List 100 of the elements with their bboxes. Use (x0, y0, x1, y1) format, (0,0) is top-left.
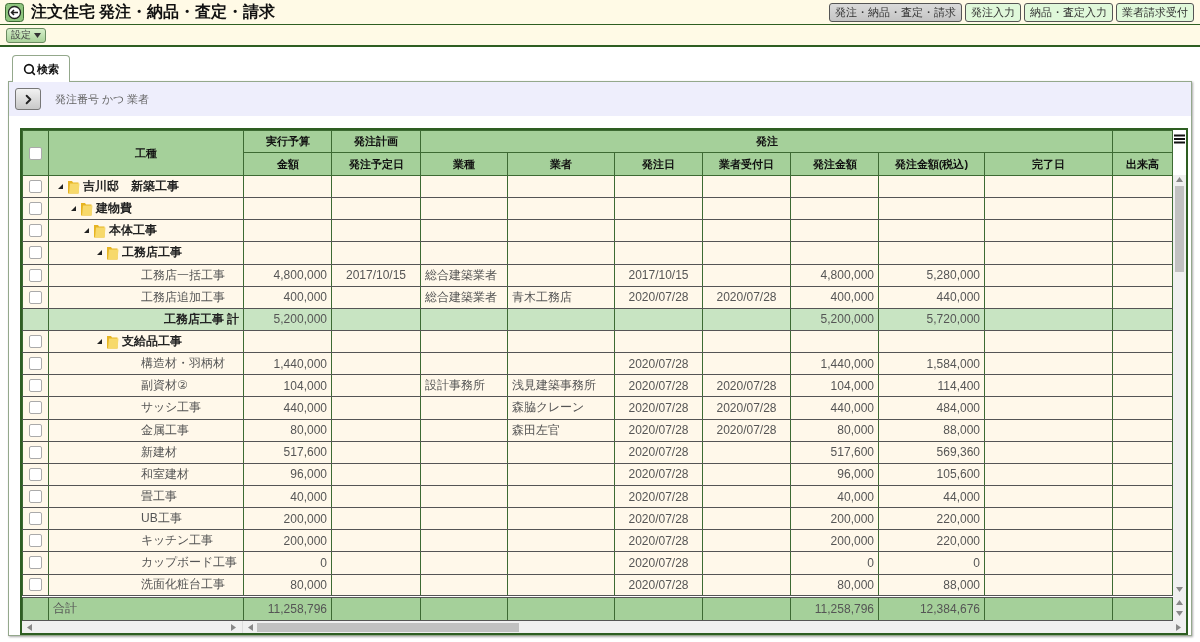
tree-label: キッチン工事 (141, 532, 213, 550)
nav-button[interactable]: 業者請求受付 (1116, 2, 1194, 22)
subtotal-label: 工務店工事 計 (162, 310, 239, 328)
table-cell: 4,800,000 (790, 264, 879, 287)
tree-label: 工務店追加工事 (141, 288, 225, 306)
table-cell: 220,000 (878, 529, 985, 552)
scroll-up-icon[interactable] (1175, 597, 1184, 607)
table-cell: 40,000 (243, 485, 332, 508)
tree-label: 副資材② (141, 377, 188, 395)
table-cell: 2020/07/28 (614, 441, 703, 464)
column-header[interactable]: 完了日 (984, 152, 1113, 176)
tree-label: 和室建材 (141, 465, 189, 483)
scrollbar-thumb[interactable] (1175, 186, 1184, 272)
expand-icon[interactable] (96, 338, 103, 346)
checkbox[interactable] (29, 268, 42, 282)
checkbox[interactable] (29, 290, 42, 304)
table-cell: 80,000 (243, 419, 332, 442)
table-cell: 220,000 (878, 507, 985, 530)
checkbox[interactable] (29, 512, 42, 526)
table-cell: 1,440,000 (243, 352, 332, 375)
table-cell: 4,800,000 (243, 264, 332, 287)
tree-label: 金属工事 (141, 421, 189, 439)
scroll-left-icon[interactable] (246, 622, 255, 632)
table-cell: 5,280,000 (878, 264, 985, 287)
checkbox[interactable] (29, 224, 42, 238)
checkbox[interactable] (29, 534, 42, 548)
table-cell: 森脇クレーン (507, 396, 615, 420)
checkbox[interactable] (29, 467, 42, 481)
tree-label: 本体工事 (109, 222, 157, 240)
column-header[interactable]: 工種 (48, 130, 244, 176)
nav-button[interactable]: 発注・納品・査定・請求 (829, 2, 962, 22)
table-cell: 5,720,000 (878, 308, 985, 331)
search-tab[interactable]: 検索 (12, 55, 70, 82)
table-cell: 1,584,000 (878, 352, 985, 375)
column-group-header: 実行予算 (243, 130, 332, 153)
table-cell: 88,000 (878, 419, 985, 442)
column-group-header: 発注 (420, 130, 1113, 153)
checkbox[interactable] (29, 423, 42, 437)
table-cell: 104,000 (790, 374, 879, 397)
tree-label: 吉川邸 新築工事 (83, 178, 179, 196)
checkbox[interactable] (29, 401, 42, 415)
expand-icon[interactable] (57, 183, 64, 191)
nav-button[interactable]: 発注入力 (965, 2, 1021, 22)
table-cell: 200,000 (790, 507, 879, 530)
table-cell: 2017/10/15 (614, 264, 703, 287)
table-cell: 2020/07/28 (614, 485, 703, 508)
scroll-down-icon[interactable] (1175, 608, 1184, 618)
table-cell: 569,360 (878, 441, 985, 464)
folder-icon (106, 334, 119, 350)
expand-icon[interactable] (96, 249, 103, 257)
checkbox[interactable] (29, 180, 42, 194)
folder-icon (93, 223, 106, 239)
table-cell: 517,600 (243, 441, 332, 464)
menu-icon[interactable] (1174, 134, 1185, 144)
table-cell: 0 (790, 551, 879, 575)
checkbox[interactable] (29, 246, 42, 260)
checkbox[interactable] (29, 556, 42, 570)
column-group-header: 発注計画 (331, 130, 421, 153)
scroll-right-icon[interactable] (1174, 622, 1183, 632)
checkbox[interactable] (29, 357, 42, 371)
table-cell: 2017/10/15 (331, 264, 421, 287)
folder-icon (106, 245, 119, 261)
checkbox[interactable] (29, 578, 42, 592)
table-cell: 2020/07/28 (614, 286, 703, 309)
table-cell: 105,600 (878, 463, 985, 486)
back-button[interactable] (5, 2, 24, 22)
table-cell: 44,000 (878, 485, 985, 508)
expand-icon[interactable] (83, 227, 90, 235)
scroll-right-icon[interactable] (229, 622, 238, 632)
filter-summary: 発注番号 かつ 業者 (55, 91, 150, 107)
checkbox[interactable] (29, 335, 42, 349)
expand-icon[interactable] (70, 205, 77, 213)
expand-button[interactable] (15, 88, 41, 110)
scrollbar-thumb[interactable] (257, 622, 519, 632)
table-cell: 80,000 (790, 419, 879, 442)
checkbox[interactable] (29, 490, 42, 504)
table-cell: 総合建築業者 (420, 286, 508, 309)
table-cell: 設計事務所 (420, 374, 508, 397)
caret-icon (34, 32, 41, 38)
search-icon (23, 62, 36, 76)
settings-dropdown[interactable]: 設定 (6, 27, 46, 43)
table-cell: 5,200,000 (790, 308, 879, 331)
nav-button[interactable]: 納品・査定入力 (1024, 2, 1113, 22)
checkbox[interactable] (29, 202, 42, 216)
select-all-checkbox[interactable] (29, 146, 42, 160)
checkbox[interactable] (29, 379, 42, 393)
table-cell: 400,000 (790, 286, 879, 309)
tree-label: UB工事 (141, 510, 182, 528)
tree-label: カップボード工事 (141, 554, 237, 572)
checkbox[interactable] (29, 445, 42, 459)
table-cell: 2020/07/28 (614, 396, 703, 420)
page-title: 注文住宅 発注・納品・査定・請求 (31, 1, 277, 22)
table-cell: 0 (878, 551, 985, 575)
table-cell: 2020/07/28 (614, 352, 703, 375)
table-cell: 2020/07/28 (614, 463, 703, 486)
scroll-left-icon[interactable] (25, 622, 34, 632)
folder-icon (67, 179, 80, 195)
scroll-down-icon[interactable] (1175, 585, 1184, 594)
table-cell: 2020/07/28 (614, 374, 703, 397)
table-cell: 440,000 (790, 396, 879, 420)
